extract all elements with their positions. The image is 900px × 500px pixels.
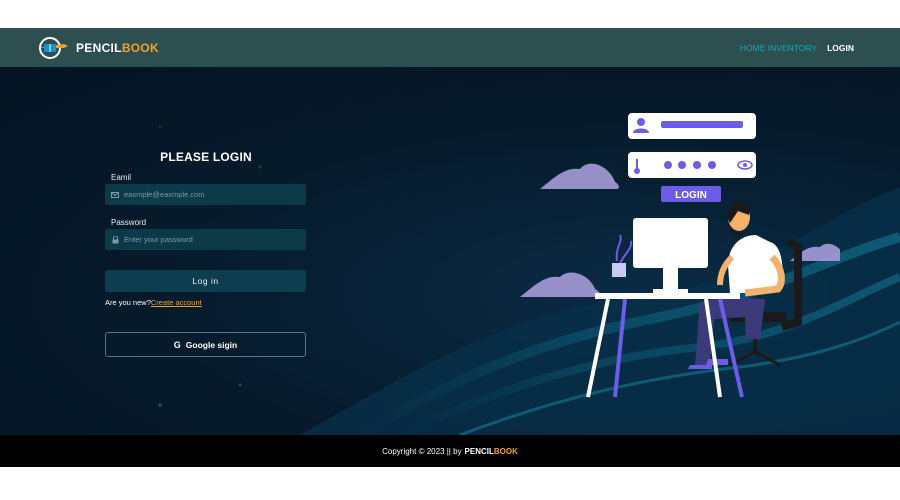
email-label: Eamil: [111, 173, 132, 182]
nav-links: HOME INVENTORY LOGIN: [740, 28, 854, 67]
google-signin-button[interactable]: G Google sigin: [105, 332, 306, 357]
brand-name-accent: BOOK: [121, 41, 160, 55]
top-navbar: PENCILBOOK HOME INVENTORY LOGIN: [0, 28, 900, 67]
create-account-link[interactable]: Create account: [151, 298, 202, 307]
illustration-login-button: LOGIN: [661, 186, 721, 202]
footer-brand: PENCILBOOK: [465, 447, 518, 456]
password-card: [628, 152, 756, 178]
login-title: PLEASE LOGIN: [160, 150, 252, 164]
copyright-text: Copyright © 2023 || by: [382, 446, 462, 456]
brand-logo-link[interactable]: PENCILBOOK: [34, 35, 159, 61]
nav-home-inventory[interactable]: HOME INVENTORY: [740, 43, 817, 53]
signup-prompt: Are you new?Create account: [105, 298, 202, 307]
lock-icon: [111, 235, 119, 244]
new-user-text: Are you new?: [105, 298, 151, 307]
plant: [612, 234, 633, 277]
login-button[interactable]: Log in: [105, 270, 306, 292]
email-input[interactable]: [122, 189, 296, 200]
password-input[interactable]: [122, 234, 296, 245]
email-field-container[interactable]: [105, 184, 306, 205]
nav-login[interactable]: LOGIN: [827, 43, 854, 53]
footer: Copyright © 2023 || by PENCILBOOK: [0, 435, 900, 467]
book-pencil-logo-icon: [34, 35, 70, 61]
envelope-icon: [111, 191, 119, 199]
google-signin-label: Google sigin: [185, 339, 238, 350]
brand-name-main: PENCIL: [76, 41, 122, 55]
login-illustration: LOGIN: [520, 113, 840, 398]
footer-brand-main: PENCIL: [464, 446, 494, 456]
google-g-icon: G: [173, 339, 181, 350]
monitor: [633, 218, 708, 293]
brand-name: PENCILBOOK: [76, 41, 159, 55]
cloud-left-bottom: [520, 272, 601, 297]
password-field-container[interactable]: [105, 229, 306, 250]
illustration-login-text: LOGIN: [675, 190, 707, 201]
password-label: Password: [111, 218, 147, 227]
footer-brand-accent: BOOK: [493, 446, 518, 456]
username-card: [628, 113, 756, 139]
main-section: PLEASE LOGIN Eamil Password Log in Are y…: [0, 67, 900, 435]
cloud-left-top: [540, 163, 619, 189]
